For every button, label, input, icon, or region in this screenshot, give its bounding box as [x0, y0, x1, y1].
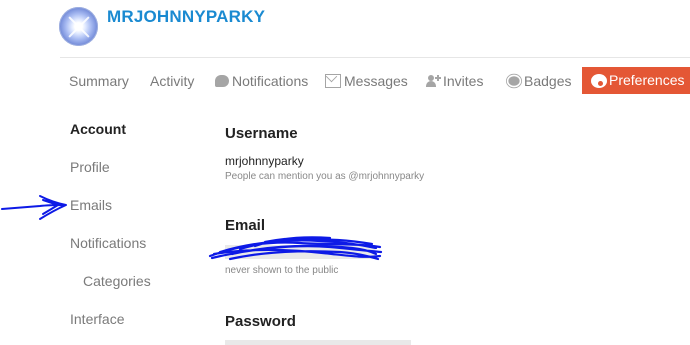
- email-section-title: Email: [225, 217, 266, 234]
- sidebar-item-notifications[interactable]: Notifications: [70, 235, 146, 251]
- tab-activity[interactable]: Activity: [150, 66, 194, 96]
- tab-summary-label: Summary: [69, 73, 129, 89]
- user-plus-icon: [426, 75, 441, 87]
- tab-activity-label: Activity: [150, 73, 195, 89]
- tab-badges[interactable]: Badges: [507, 66, 571, 96]
- sidebar-item-interface[interactable]: Interface: [70, 311, 124, 327]
- tab-preferences[interactable]: Preferences: [582, 67, 690, 94]
- username-value: mrjohnnyparky: [225, 154, 304, 168]
- tab-notifications[interactable]: Notifications: [215, 66, 308, 96]
- email-field[interactable]: [225, 245, 375, 259]
- tab-preferences-label: Preferences: [609, 72, 685, 88]
- sidebar-item-account[interactable]: Account: [70, 121, 126, 137]
- gear-icon: [592, 74, 606, 87]
- tab-messages-label: Messages: [344, 73, 408, 89]
- email-help-text: never shown to the public: [225, 265, 339, 276]
- tab-summary[interactable]: Summary: [69, 66, 129, 96]
- sidebar-item-profile[interactable]: Profile: [70, 159, 110, 175]
- password-field[interactable]: [225, 340, 411, 345]
- comment-icon: [215, 75, 229, 87]
- header-divider: [60, 57, 690, 58]
- sidebar-item-emails[interactable]: Emails: [70, 197, 112, 213]
- tab-notifications-label: Notifications: [232, 73, 309, 89]
- sidebar-item-categories[interactable]: Categories: [83, 273, 151, 289]
- profile-tabs: Summary Activity Notifications Messages …: [0, 66, 690, 96]
- tab-invites-label: Invites: [443, 73, 484, 89]
- username-help-text: People can mention you as @mrjohnnyparky: [225, 171, 425, 182]
- tab-badges-label: Badges: [524, 73, 572, 89]
- password-section-title: Password: [225, 313, 296, 330]
- annotation-arrow: [1, 195, 67, 220]
- envelope-icon: [325, 74, 341, 88]
- tab-invites[interactable]: Invites: [426, 66, 483, 96]
- tab-messages[interactable]: Messages: [325, 66, 408, 96]
- avatar[interactable]: [59, 7, 98, 46]
- certificate-icon: [508, 76, 520, 86]
- username-section-title: Username: [225, 125, 298, 142]
- profile-username[interactable]: MRJOHNNYPARKY: [107, 7, 265, 27]
